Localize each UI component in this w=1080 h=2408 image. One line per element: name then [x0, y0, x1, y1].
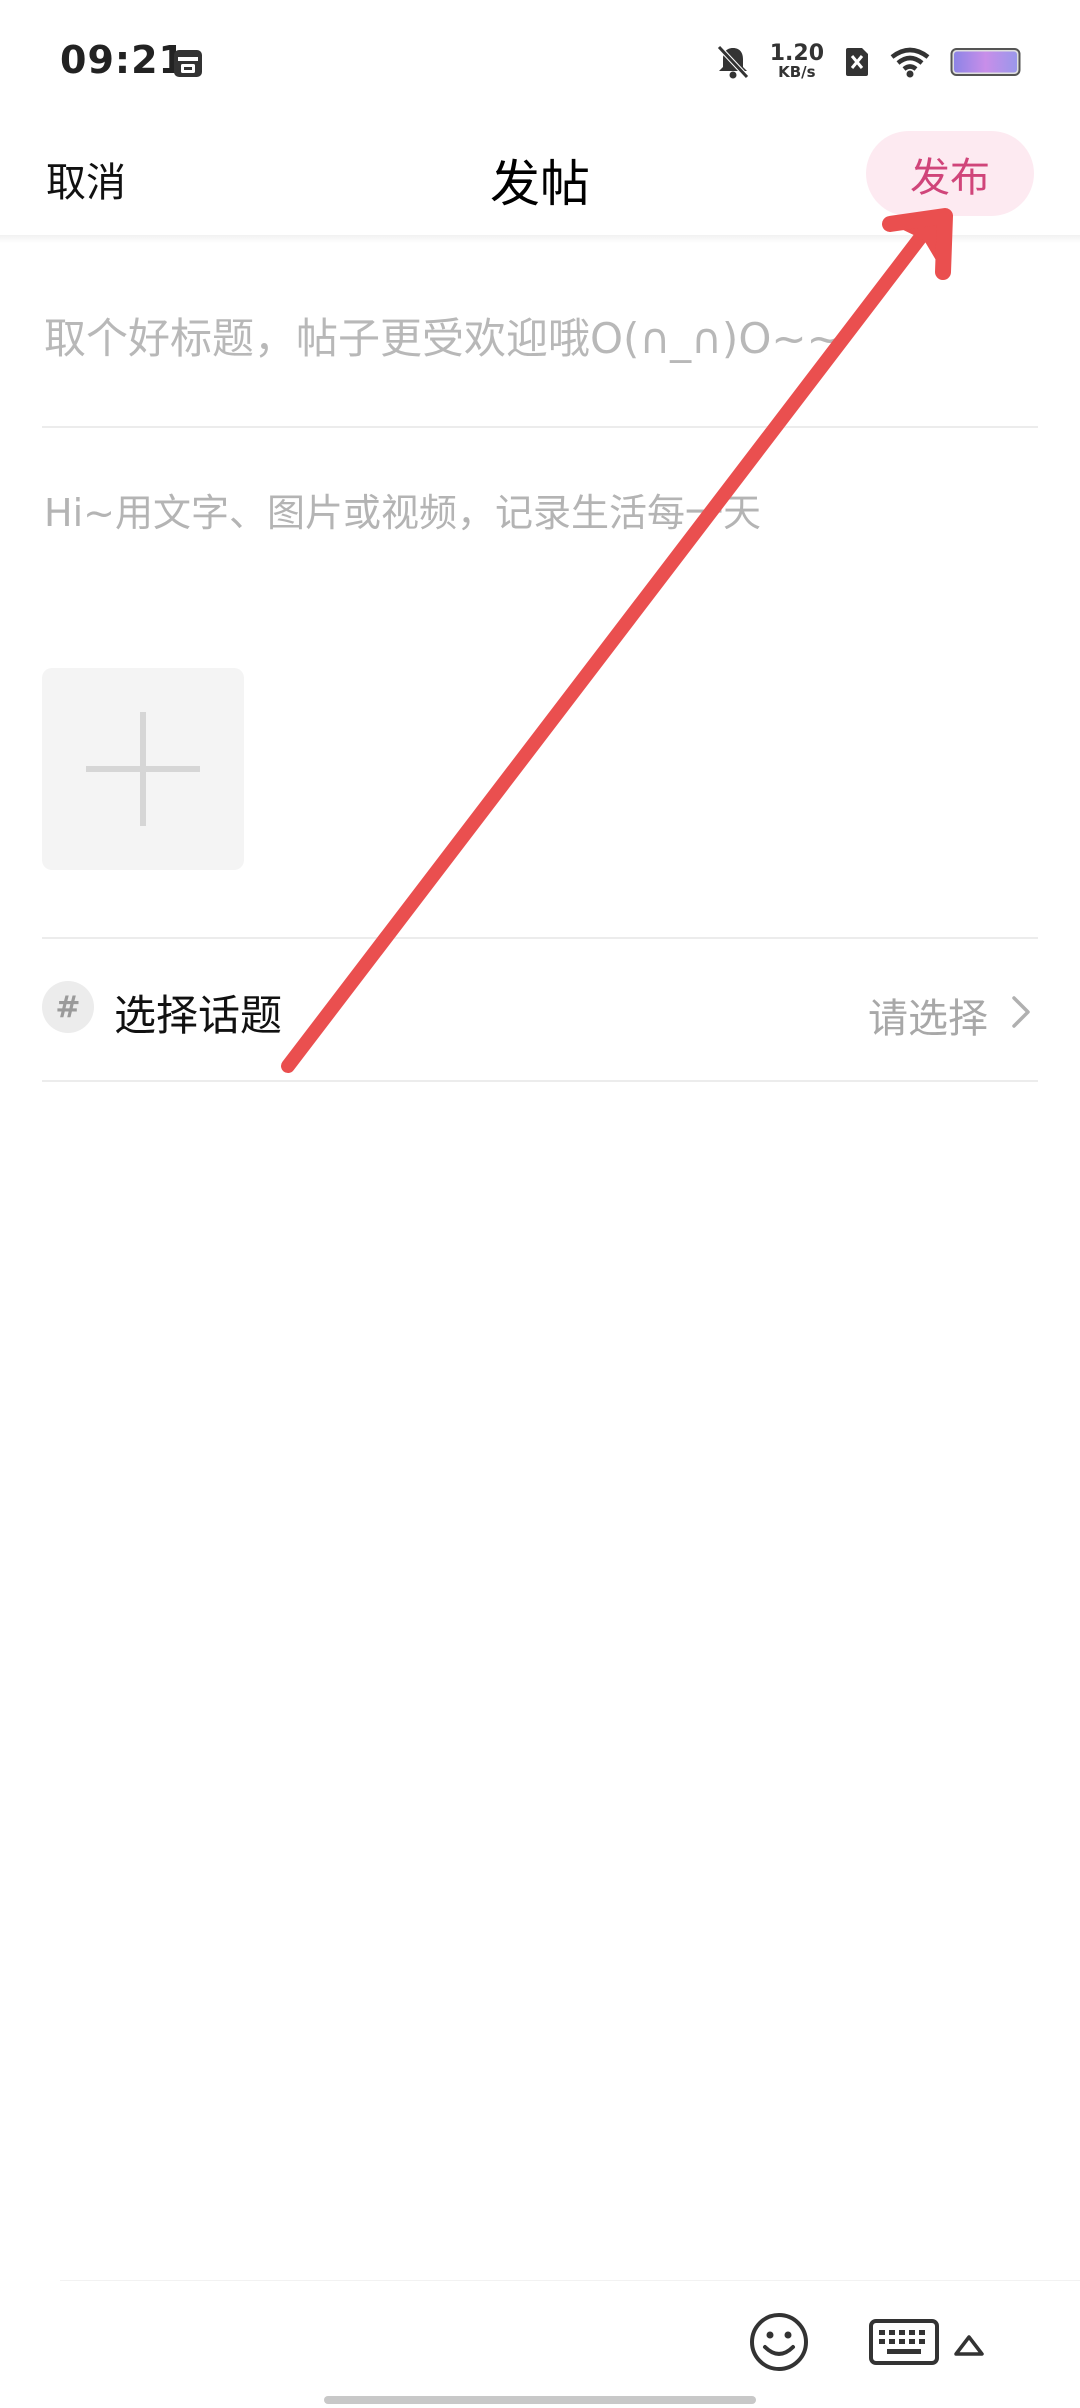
nav-bar: 取消 发帖 发布: [0, 128, 1080, 238]
expand-up-icon[interactable]: [952, 2332, 986, 2358]
topic-label: 选择话题: [114, 991, 283, 1040]
topic-divider: [42, 1080, 1038, 1082]
plus-icon: [86, 712, 200, 826]
network-speed-value: 1.20: [769, 41, 824, 67]
topic-value: 请选择: [868, 996, 988, 1042]
hashtag-icon: #: [42, 981, 94, 1033]
content-input[interactable]: Hi~用文字、图片或视频，记录生活每一天: [44, 482, 1034, 537]
network-speed: 1.20 KB/s: [769, 41, 824, 82]
battery-icon: [950, 48, 1021, 76]
media-divider: [42, 937, 1038, 939]
topic-selector[interactable]: # 选择话题 请选择: [42, 940, 1038, 1080]
status-bar: 09:21 1.20 KB/s: [0, 0, 1080, 128]
status-time: 09:21: [60, 38, 186, 82]
chevron-right-icon: [1012, 996, 1030, 1028]
bell-muted-icon: [716, 45, 749, 79]
home-indicator[interactable]: [324, 2396, 756, 2404]
wifi-icon: [890, 47, 930, 78]
title-divider: [42, 426, 1038, 428]
calendar-icon: [174, 50, 202, 77]
emoji-icon[interactable]: [748, 2311, 810, 2373]
network-speed-unit: KB/s: [778, 63, 816, 82]
status-icons: 1.20 KB/s: [716, 38, 1022, 86]
keyboard-icon[interactable]: [868, 2318, 940, 2366]
publish-button[interactable]: 发布: [866, 131, 1034, 216]
title-input[interactable]: 取个好标题，帖子更受欢迎哦O(∩_∩)O~~: [44, 305, 1034, 366]
sim-disabled-icon: [846, 48, 868, 76]
nav-divider: [0, 235, 1080, 243]
add-media-button[interactable]: [42, 668, 244, 870]
